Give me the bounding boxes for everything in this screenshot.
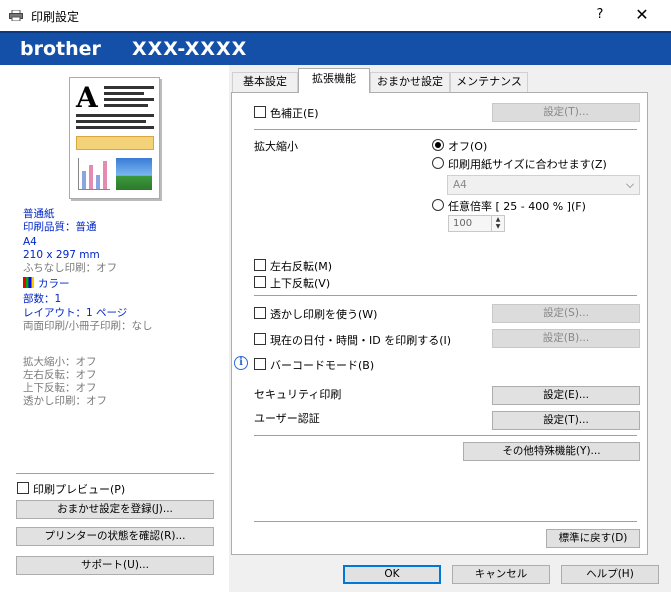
stepper-arrows-icon[interactable]: ▲ ▼ (491, 216, 504, 231)
chevron-down-icon (626, 180, 634, 188)
preview-bar (103, 161, 107, 189)
paper-size-value: A4 (453, 179, 467, 191)
tab-maintenance[interactable]: メンテナンス (450, 72, 528, 92)
mirror-label: 左右反転(M) (270, 260, 333, 273)
watermark-settings-button[interactable]: 設定(S)... (492, 304, 640, 323)
ratio-stepper[interactable]: 100 ▲ ▼ (448, 215, 505, 232)
header-footer-checkbox[interactable] (254, 333, 266, 345)
summary-quality: 印刷品質：普通 (23, 221, 97, 233)
section-divider (254, 295, 637, 296)
cancel-button[interactable]: キャンセル (452, 565, 550, 584)
print-preview-label: 印刷プレビュー(P) (33, 483, 126, 496)
preview-letter-glyph: A (76, 81, 98, 114)
header-footer-settings-button[interactable]: 設定(B)... (492, 329, 640, 348)
print-preview-checkbox[interactable] (17, 482, 29, 494)
section-divider (254, 129, 637, 130)
summary-scaling: 拡大縮小：オフ (23, 356, 97, 368)
summary-borderless: ふちなし印刷：オフ (23, 262, 118, 274)
scaling-label: 拡大縮小 (254, 140, 298, 153)
user-auth-label: ユーザー認証 (254, 412, 320, 425)
help-button[interactable]: ? (590, 5, 610, 25)
summary-duplex: 両面印刷/小冊子印刷：なし (23, 320, 153, 332)
preview-text-line (104, 86, 154, 89)
summary-panel: A 普通紙 印刷品質：普通 A4 210 x 297 mm ふちなし印刷：オフ … (0, 65, 229, 592)
tab-profiles[interactable]: おまかせ設定 (370, 72, 450, 92)
printer-status-button[interactable]: プリンターの状態を確認(R)... (16, 527, 214, 546)
summary-size: 210 x 297 mm (23, 249, 100, 261)
preview-bar (96, 175, 100, 189)
secure-print-settings-button[interactable]: 設定(E)... (492, 386, 640, 405)
title-bar: 印刷設定 ? ✕ (0, 0, 671, 31)
preview-text-line (104, 98, 154, 101)
summary-divider (16, 473, 214, 474)
section-divider (254, 521, 637, 522)
preview-text-line (76, 120, 146, 123)
support-button[interactable]: サポート(U)... (16, 556, 214, 575)
summary-paper: A4 (23, 236, 37, 248)
custom-ratio-label: 任意倍率 [ 25 - 400 % ](F) (448, 200, 586, 213)
scaling-off-label: オフ(O) (448, 140, 488, 153)
printer-icon (9, 10, 23, 21)
summary-media: 普通紙 (23, 208, 55, 220)
print-preview-thumbnail: A (69, 77, 160, 199)
preview-table (76, 136, 154, 150)
summary-reverse: 上下反転：オフ (23, 382, 97, 394)
other-features-button[interactable]: その他特殊機能(Y)... (463, 442, 640, 461)
preview-bar (82, 171, 86, 189)
summary-copies: 部数：1 (23, 293, 62, 305)
restore-default-button[interactable]: 標準に戻す(D) (546, 529, 640, 548)
preview-text-line (104, 92, 144, 95)
fit-to-paper-label: 印刷用紙サイズに合わせます(Z) (448, 158, 607, 171)
fit-to-paper-radio[interactable] (432, 157, 444, 169)
preview-text-line (76, 114, 154, 117)
model-name: XXX-XXXX (132, 38, 248, 60)
paper-size-select[interactable]: A4 (447, 175, 640, 195)
user-auth-settings-button[interactable]: 設定(T)... (492, 411, 640, 430)
header-footer-label: 現在の日付・時間・ID を印刷する(I) (270, 334, 452, 347)
color-correction-label: 色補正(E) (270, 107, 319, 120)
info-icon: i (234, 356, 248, 370)
reverse-checkbox[interactable] (254, 276, 266, 288)
summary-layout: レイアウト：1 ページ (23, 307, 128, 319)
preview-text-line (76, 126, 154, 129)
ratio-value: 100 (453, 218, 473, 229)
help-footer-button[interactable]: ヘルプ(H) (561, 565, 659, 584)
close-button[interactable]: ✕ (627, 4, 657, 26)
section-divider (254, 435, 637, 436)
barcode-checkbox[interactable] (254, 358, 266, 370)
brand-logo: brother (20, 38, 101, 60)
custom-ratio-radio[interactable] (432, 199, 444, 211)
color-correction-settings-button[interactable]: 設定(T)... (492, 103, 640, 122)
window-title: 印刷設定 (31, 10, 80, 24)
watermark-checkbox[interactable] (254, 307, 266, 319)
ok-button[interactable]: OK (343, 565, 441, 584)
summary-mirror: 左右反転：オフ (23, 369, 97, 381)
tab-advanced[interactable]: 拡張機能 (298, 68, 370, 93)
register-profile-button[interactable]: おまかせ設定を登録(J)... (16, 500, 214, 519)
mirror-checkbox[interactable] (254, 259, 266, 271)
brand-banner: brother XXX-XXXX (0, 31, 671, 65)
color-icon (23, 277, 34, 288)
preview-text-line (104, 104, 148, 107)
tab-basic[interactable]: 基本設定 (232, 72, 298, 92)
preview-bar (89, 165, 93, 189)
summary-watermark: 透かし印刷：オフ (23, 395, 107, 407)
watermark-label: 透かし印刷を使う(W) (270, 308, 378, 321)
summary-color-label: カラー (38, 278, 70, 290)
color-correction-checkbox[interactable] (254, 106, 266, 118)
scaling-off-radio[interactable] (432, 139, 444, 151)
barcode-label: バーコードモード(B) (270, 359, 375, 372)
summary-color: カラー (23, 277, 70, 291)
secure-print-label: セキュリティ印刷 (254, 388, 342, 401)
preview-bar-chart (78, 158, 110, 190)
preview-photo (116, 158, 152, 190)
reverse-label: 上下反転(V) (270, 277, 331, 290)
